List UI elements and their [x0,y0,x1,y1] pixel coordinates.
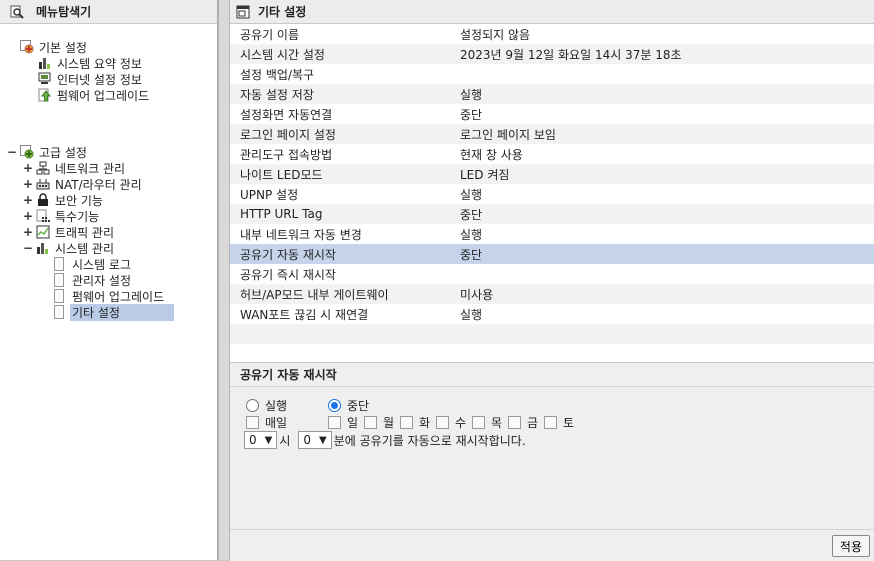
day-sun-option[interactable]: 일 [328,414,364,431]
day-mon-option[interactable]: 월 [364,414,400,431]
day-checkbox[interactable] [472,416,485,429]
time-row: 0 ▼ 시 0 ▼ 분에 공유기를 자동으로 재시작합니다. [244,431,526,449]
special-function-icon [36,209,50,222]
table-row[interactable]: 설정 백업/복구 [230,64,874,84]
table-row[interactable]: 허브/AP모드 내부 게이트웨이 미사용 [230,284,874,304]
tree-node-traffic-management[interactable]: + 트래픽 관리 [22,224,116,240]
day-wed-option[interactable]: 수 [436,414,472,431]
tree-item-admin-settings[interactable]: 관리자 설정 [54,272,133,288]
tree-item-system-log[interactable]: 시스템 로그 [54,256,133,272]
auto-restart-detail-panel: 공유기 자동 재시작 실행 중단 매일 일 월 화 수 목 금 토 0 ▼ 시 … [230,362,874,561]
tree-item-system-summary[interactable]: 시스템 요약 정보 [38,55,144,71]
chevron-down-icon: ▼ [264,434,273,446]
collapse-toggle[interactable]: − [22,241,34,255]
minute-select[interactable]: 0 ▼ [298,431,332,449]
monitor-icon [38,72,51,84]
tree-item-misc-settings[interactable]: 기타 설정 [54,303,174,321]
table-row[interactable]: 자동 설정 저장 실행 [230,84,874,104]
misc-settings-header: 기타 설정 [230,0,874,24]
table-row[interactable]: 공유기 이름 설정되지 않음 [230,24,874,44]
bar-chart-icon [39,58,50,69]
page-icon [54,289,64,303]
table-row[interactable]: HTTP URL Tag 중단 [230,204,874,224]
page-icon [54,273,64,287]
detail-footer: 적용 [230,529,874,561]
stop-radio[interactable] [328,399,341,412]
table-row[interactable]: 설정화면 자동연결 중단 [230,104,874,124]
table-row-selected[interactable]: 공유기 자동 재시작 중단 [230,244,874,264]
network-icon [36,161,50,175]
day-thu-option[interactable]: 목 [472,414,508,431]
table-row[interactable]: 내부 네트워크 자동 변경 실행 [230,224,874,244]
hour-select[interactable]: 0 ▼ [244,431,278,449]
tree-node-network-management[interactable]: + 네트워크 관리 [22,160,127,176]
router-icon [36,179,50,190]
tree-node-nat-router[interactable]: + NAT/라우터 관리 [22,176,144,192]
misc-settings-panel: 기타 설정 공유기 이름 설정되지 않음 시스템 시간 설정 2023년 9월 12… [230,0,874,561]
day-checkbox[interactable] [436,416,449,429]
table-row[interactable]: UPNP 설정 실행 [230,184,874,204]
menu-explorer-panel: 메뉴탐색기 기본 설정 시스템 요약 정보 인터넷 설정 정보 펌웨어 업그레이… [0,0,218,560]
days-row: 매일 일 월 화 수 목 금 토 [246,414,580,431]
expand-toggle[interactable]: + [22,209,34,223]
tree-item-firmware-upgrade-basic[interactable]: 펌웨어 업그레이드 [38,87,151,103]
day-checkbox[interactable] [544,416,557,429]
auto-restart-title: 공유기 자동 재시작 [230,363,874,387]
day-tue-option[interactable]: 화 [400,414,436,431]
traffic-chart-icon [36,225,50,239]
day-checkbox[interactable] [508,416,521,429]
expand-toggle[interactable]: + [22,193,34,207]
tree-item-internet-info[interactable]: 인터넷 설정 정보 [38,71,144,87]
run-radio-option[interactable]: 실행 [246,397,328,414]
page-icon [54,257,64,271]
daily-checkbox-option[interactable]: 매일 [246,414,328,431]
apply-button[interactable]: 적용 [831,535,870,557]
schedule-mode-row: 실행 중단 [246,397,369,414]
upload-arrow-icon [38,88,52,102]
table-row[interactable]: 시스템 시간 설정 2023년 9월 12일 화요일 14시 37분 18초 [230,44,874,64]
lock-icon [38,193,48,206]
tree-item-firmware-upgrade[interactable]: 펌웨어 업그레이드 [54,288,166,304]
magnifier-icon [10,5,24,19]
day-fri-option[interactable]: 금 [508,414,544,431]
table-row[interactable]: WAN포트 끊김 시 재연결 실행 [230,304,874,324]
day-checkbox[interactable] [364,416,377,429]
table-row[interactable]: 나이트 LED모드 LED 켜짐 [230,164,874,184]
settings-folder-icon [20,40,34,54]
panel-splitter[interactable] [218,0,230,560]
stop-radio-option[interactable]: 중단 [328,397,369,414]
misc-settings-title: 기타 설정 [258,5,307,19]
table-row[interactable]: 관리도구 접속방법 현재 창 사용 [230,144,874,164]
settings-table: 공유기 이름 설정되지 않음 시스템 시간 설정 2023년 9월 12일 화요일 … [230,24,874,344]
day-sat-option[interactable]: 토 [544,414,580,431]
settings-folder-icon [20,145,34,159]
tree-node-security[interactable]: + 보안 기능 [22,192,105,208]
menu-explorer-title: 메뉴탐색기 [36,5,92,19]
tree-node-advanced-settings[interactable]: − 고급 설정 [6,144,89,160]
bar-chart-icon [37,243,48,254]
window-icon [236,5,250,18]
table-row-empty [230,324,874,344]
page-icon [54,305,64,319]
tree-node-system-management[interactable]: − 시스템 관리 [22,240,116,256]
tree-node-basic-settings[interactable]: 기본 설정 [20,39,89,55]
day-checkbox[interactable] [328,416,341,429]
menu-explorer-header: 메뉴탐색기 [0,0,217,24]
table-row[interactable]: 로그인 페이지 설정 로그인 페이지 보임 [230,124,874,144]
day-checkbox[interactable] [400,416,413,429]
expand-toggle[interactable]: + [22,177,34,191]
daily-checkbox[interactable] [246,416,259,429]
collapse-toggle[interactable]: − [6,145,18,159]
table-row[interactable]: 공유기 즉시 재시작 [230,264,874,284]
tree-node-special-functions[interactable]: + 특수기능 [22,208,101,224]
run-radio[interactable] [246,399,259,412]
tree-node-label: 기본 설정 [39,40,87,55]
chevron-down-icon: ▼ [319,434,327,446]
expand-toggle[interactable]: + [22,225,34,239]
expand-toggle[interactable]: + [22,161,34,175]
